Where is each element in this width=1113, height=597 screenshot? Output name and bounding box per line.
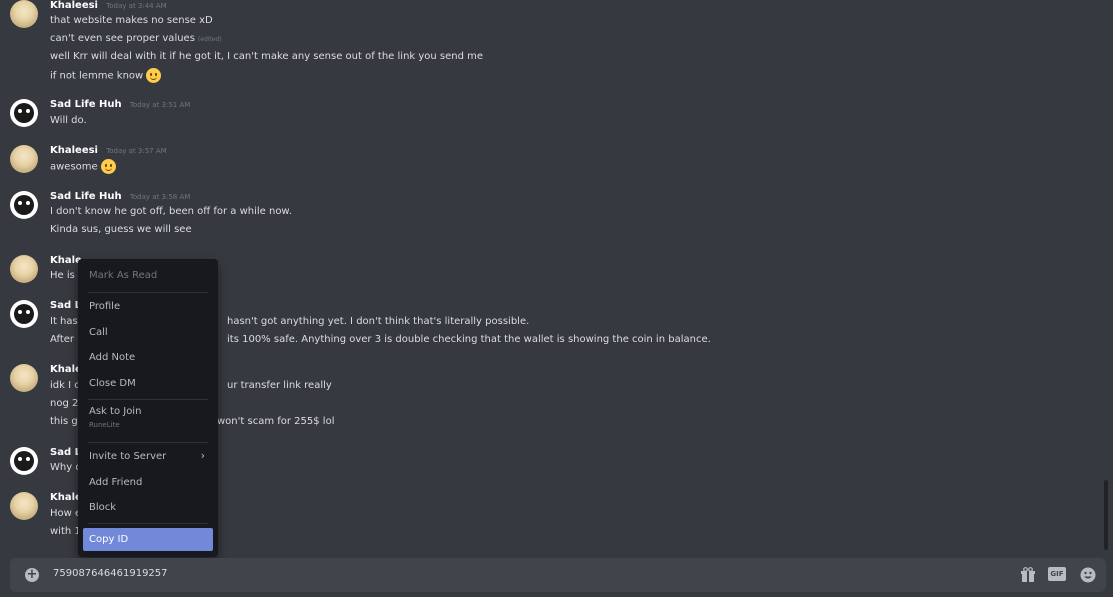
username[interactable]: Sad Life Huh — [50, 99, 122, 110]
menu-item-block[interactable]: Block — [83, 496, 213, 519]
avatar[interactable] — [10, 255, 38, 283]
message-text: Will do. — [50, 115, 87, 126]
slight-smile-emoji-icon[interactable] — [146, 68, 162, 83]
message-text: idk I c — [50, 380, 80, 391]
message-text: awesome — [50, 159, 116, 174]
message-text: ur transfer link really — [227, 380, 332, 391]
username[interactable]: Khaleesi — [50, 0, 98, 11]
timestamp: Today at 3:57 AM — [106, 147, 167, 155]
message-text: Why c — [50, 462, 81, 473]
scrollbar[interactable] — [1104, 480, 1108, 550]
message-text: Kinda sus, guess we will see — [50, 224, 192, 235]
message-text: if not lemme know — [50, 68, 162, 83]
menu-divider — [88, 292, 208, 293]
message-text: won't scam for 255$ lol — [217, 416, 335, 427]
menu-item-close-dm[interactable]: Close DM — [83, 372, 213, 395]
message-input[interactable]: 759087646461919257 — [53, 568, 168, 579]
message-text: its 100% safe. Anything over 3 is double… — [227, 334, 711, 345]
menu-item-mark-as-read: Mark As Read — [89, 270, 158, 281]
timestamp: Today at 3:58 AM — [129, 193, 191, 201]
skull-icon — [14, 304, 34, 324]
menu-item-add-friend[interactable]: Add Friend — [83, 471, 213, 494]
menu-divider — [88, 523, 208, 524]
message-text: How e — [50, 508, 82, 519]
timestamp: Today at 3:44 AM — [106, 2, 167, 10]
avatar[interactable] — [10, 191, 38, 219]
message-text: I don't know he got off, been off for a … — [50, 206, 292, 217]
message-text: After — [50, 334, 75, 345]
plus-circle-icon[interactable]: + — [25, 568, 39, 582]
message-text: well Krr will deal with it if he got it,… — [50, 51, 484, 62]
edited-label: (edited) — [197, 36, 222, 43]
chevron-right-icon: › — [200, 449, 205, 462]
message-text: that website makes no sense xD — [50, 15, 213, 26]
menu-item-sublabel: RuneLite — [89, 421, 120, 429]
avatar[interactable] — [10, 364, 38, 392]
menu-item-call[interactable]: Call — [83, 321, 213, 344]
avatar[interactable] — [10, 0, 38, 28]
avatar[interactable] — [10, 145, 38, 173]
username[interactable]: Sad Life Huh — [50, 191, 122, 202]
user-context-menu: Mark As Read Profile Call Add Note Close… — [78, 259, 218, 557]
menu-divider — [88, 442, 208, 443]
avatar[interactable] — [10, 447, 38, 475]
menu-item-label: Invite to Server — [89, 451, 167, 462]
menu-divider — [88, 399, 208, 400]
menu-item-copy-id[interactable]: Copy ID — [83, 528, 213, 551]
message-text: hasn't got anything yet. I don't think t… — [227, 316, 530, 327]
gift-icon[interactable] — [1020, 567, 1036, 583]
message-text: with 1 — [50, 526, 81, 537]
skull-icon — [14, 103, 34, 123]
menu-item-add-note[interactable]: Add Note — [83, 346, 213, 369]
menu-item-label: Ask to Join — [89, 406, 142, 417]
emoji-icon[interactable] — [1080, 567, 1096, 583]
message-input-bar: + 759087646461919257 GIF — [10, 558, 1106, 592]
timestamp: Today at 3:51 AM — [129, 101, 191, 109]
avatar[interactable] — [10, 99, 38, 127]
message-text: this g — [50, 416, 78, 427]
avatar[interactable] — [10, 492, 38, 520]
avatar[interactable] — [10, 300, 38, 328]
message-text: It has — [50, 316, 78, 327]
menu-item-ask-to-join[interactable]: Ask to Join RuneLite — [83, 402, 213, 432]
skull-icon — [14, 451, 34, 471]
menu-item-invite-to-server[interactable]: Invite to Server › — [83, 445, 213, 468]
menu-item-profile[interactable]: Profile — [83, 295, 213, 318]
slight-smile-emoji-icon[interactable] — [100, 159, 116, 174]
gif-icon[interactable]: GIF — [1048, 567, 1066, 581]
username[interactable]: Khaleesi — [50, 145, 98, 156]
message-text: He is — [50, 270, 75, 281]
skull-icon — [14, 195, 34, 215]
message-text: can't even see proper values (edited) — [50, 33, 222, 44]
